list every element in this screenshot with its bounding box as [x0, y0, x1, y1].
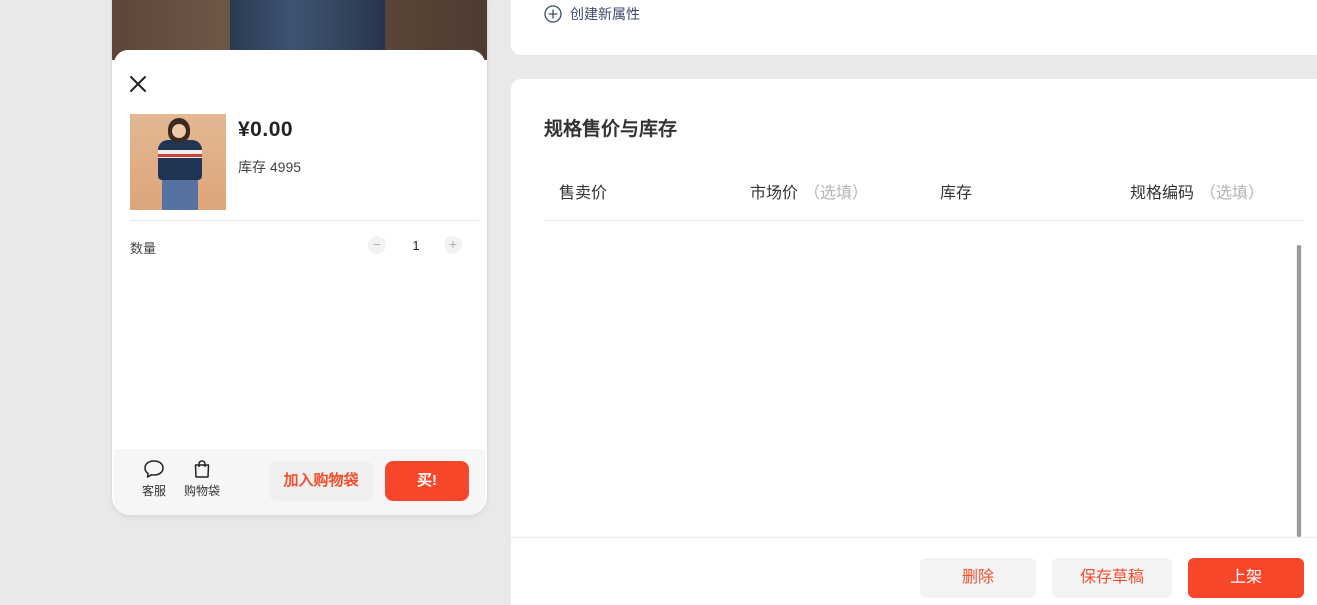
customer-service-label: 客服 — [141, 484, 166, 498]
column-label: 规格编码 — [1130, 185, 1195, 202]
product-price: ¥0.00 — [238, 118, 294, 141]
quantity-value: 1 — [412, 238, 420, 253]
save-draft-button[interactable]: 保存草稿 — [1052, 558, 1172, 598]
spec-price-stock-card: 规格售价与库存 售卖价 市场价 （选填） 库存 规格编码 （选填） 删除 保存草稿 … — [511, 79, 1317, 605]
buy-now-button[interactable]: 买! — [385, 461, 469, 501]
thumbnail-face — [172, 124, 186, 138]
column-header-spec-code: 规格编码 （选填） — [1130, 179, 1264, 203]
publish-button[interactable]: 上架 — [1188, 558, 1304, 598]
scrollbar-thumb[interactable] — [1297, 245, 1301, 537]
column-header-stock: 库存 — [940, 179, 978, 203]
delete-button[interactable]: 删除 — [920, 558, 1036, 598]
add-to-cart-button[interactable]: 加入购物袋 — [269, 461, 373, 501]
quantity-label: 数量 — [130, 241, 157, 256]
quantity-plus-button[interactable]: + — [444, 236, 462, 254]
product-thumbnail — [130, 114, 226, 210]
column-optional-hint: （选填） — [1200, 185, 1265, 202]
purchase-bar: 客服 购物袋 加入购物袋 买! — [114, 449, 485, 515]
column-header-market-price: 市场价 （选填） — [750, 179, 868, 203]
shopping-bag-button[interactable]: 购物袋 — [182, 459, 222, 499]
column-optional-hint: （选填） — [804, 185, 869, 202]
column-label: 市场价 — [750, 185, 799, 202]
section-title: 规格售价与库存 — [544, 119, 678, 140]
close-icon[interactable] — [128, 74, 148, 94]
column-label: 售卖价 — [559, 185, 608, 202]
attribute-card: 创建新属性 — [511, 0, 1317, 55]
thumbnail-stripe-red — [158, 154, 202, 157]
footer-divider — [511, 537, 1317, 538]
create-attribute-label: 创建新属性 — [570, 6, 640, 22]
chat-bubble-icon — [144, 460, 164, 478]
thumbnail-legs — [162, 178, 198, 210]
thumbnail-sweater — [158, 140, 202, 180]
shopping-bag-icon — [194, 460, 210, 478]
divider — [130, 220, 479, 221]
column-label: 库存 — [940, 185, 973, 202]
spec-table-header: 售卖价 市场价 （选填） 库存 规格编码 （选填） — [544, 171, 1304, 221]
customer-service-button[interactable]: 客服 — [134, 459, 174, 499]
quantity-minus-button[interactable]: − — [368, 236, 386, 254]
sku-selector-sheet: ¥0.00 库存 4995 数量 − 1 + 客服 购物袋 加入购物袋 买! — [114, 50, 485, 515]
plus-circle-icon — [544, 5, 562, 23]
shopping-bag-label: 购物袋 — [183, 484, 220, 498]
product-stock: 库存 4995 — [238, 159, 302, 175]
create-attribute-link[interactable]: 创建新属性 — [544, 4, 640, 24]
column-header-sale-price: 售卖价 — [559, 179, 613, 203]
mobile-preview: ¥0.00 库存 4995 数量 − 1 + 客服 购物袋 加入购物袋 买! — [112, 0, 487, 515]
